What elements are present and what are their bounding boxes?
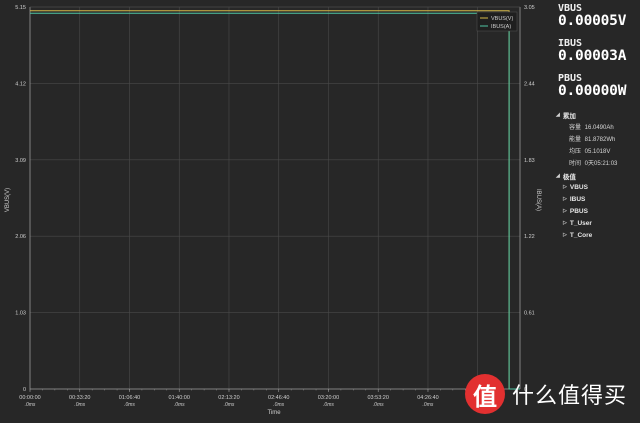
y-tick-label: 2.06 [15, 234, 26, 240]
readout-panel: VBUS 0.00005V IBUS 0.00003A PBUS 0.00000… [556, 0, 640, 423]
y-tick-label: 3.09 [15, 158, 26, 164]
grid [30, 6, 520, 390]
accum-value: 81.8782Wh [584, 137, 616, 143]
y-axis-label: VBUS(V) [5, 188, 11, 212]
axes: 0 01.03 0.612.06 1.223.09 1.834.12 2.445.15 3.… [15, 5, 534, 408]
tree-node-t-user[interactable]: ▷ T_User [563, 218, 592, 228]
tree-node-ibus[interactable]: ▷ IBUS [563, 194, 585, 204]
tree-node-vbus[interactable]: ▷ VBUS [563, 182, 588, 192]
vbus-series-line [30, 10, 520, 390]
expanded-triangle-icon: ◢ [556, 173, 560, 179]
brand-logo-icon: 值 [465, 374, 505, 414]
tree-node-accum-label: 累加 [562, 113, 576, 120]
ibus-series-line [30, 12, 520, 390]
x-axis-label: Time [267, 410, 281, 416]
x-tick-label: 02:46:40 [268, 395, 289, 401]
y2-axis-label: IBUS(A) [535, 189, 541, 211]
tree-node-accum[interactable]: ◢ 累加 [556, 110, 576, 120]
tree-node-label: PBUS [569, 207, 588, 215]
x-tick-sublabel: .0ms [124, 402, 135, 408]
accum-row-time: 时间 0天05:21:03 [569, 158, 617, 167]
collapsed-triangle-icon: ▷ [563, 196, 567, 202]
y-tick-label: 5.15 [15, 5, 26, 11]
y-tick-label: 0 [23, 387, 26, 393]
y2-tick-label: 3.05 [524, 5, 535, 11]
collapsed-triangle-icon: ▷ [563, 232, 567, 238]
tree-node-t-core[interactable]: ▷ T_Core [563, 230, 592, 240]
accum-row-capacity: 容量 16.0490Ah [569, 122, 614, 131]
x-tick-sublabel: .0ms [224, 402, 235, 408]
accum-key: 容量 [569, 125, 582, 131]
accum-value: 0天05:21:03 [584, 161, 618, 167]
legend-label: IBUS(A) [491, 24, 511, 30]
x-tick-sublabel: .0ms [74, 402, 85, 408]
x-tick-label: 03:53:20 [368, 395, 389, 401]
y2-tick-label: 1.83 [524, 158, 535, 164]
x-tick-label: 03:20:00 [318, 395, 339, 401]
chart[interactable]: 0 01.03 0.612.06 1.223.09 1.834.12 2.445.15 3.… [0, 0, 555, 423]
accum-value: 16.0490Ah [584, 125, 614, 131]
vbus-value: 0.00005V [558, 13, 627, 29]
watermark-text: 什么值得买 [512, 384, 628, 409]
x-tick-sublabel: .0ms [423, 402, 434, 408]
x-tick-label: 00:00:00 [19, 395, 40, 401]
y-tick-label: 1.03 [15, 311, 26, 317]
series [30, 10, 520, 390]
tree-node-label: VBUS [569, 183, 588, 191]
accum-row-energy: 能量 81.8782Wh [569, 134, 615, 143]
accum-key: 均压 [569, 149, 582, 155]
pbus-value: 0.00000W [558, 83, 627, 99]
x-tick-sublabel: .0ms [373, 402, 384, 408]
legend: VBUS(V) IBUS(A) [476, 11, 518, 32]
x-tick-label: 00:33:20 [69, 395, 90, 401]
collapsed-triangle-icon: ▷ [563, 184, 567, 190]
accum-value: 05.1018V [584, 149, 611, 155]
x-tick-sublabel: .0ms [273, 402, 284, 408]
collapsed-triangle-icon: ▷ [563, 208, 567, 214]
accum-row-avg-voltage: 均压 05.1018V [569, 146, 610, 155]
tree-node-label: T_Core [569, 231, 593, 239]
tree-node-label: T_User [569, 219, 592, 227]
accum-key: 时间 [569, 161, 582, 167]
tree-node-label: IBUS [569, 195, 586, 203]
accum-key: 能量 [569, 137, 582, 143]
y-tick-label: 4.12 [15, 81, 26, 87]
x-tick-sublabel: .0ms [174, 402, 185, 408]
x-tick-sublabel: .0ms [25, 402, 36, 408]
x-tick-sublabel: .0ms [323, 402, 334, 408]
x-tick-label: 02:13:20 [218, 395, 239, 401]
watermark: 值 什么值得买 [465, 373, 627, 415]
y2-tick-label: 2.44 [524, 81, 535, 87]
y2-tick-label: 0.61 [524, 311, 535, 317]
tree-node-pbus[interactable]: ▷ PBUS [563, 206, 588, 216]
ibus-value: 0.00003A [558, 48, 627, 64]
tree-node-extremes[interactable]: ◢ 极值 [556, 171, 576, 181]
tree-node-extremes-label: 极值 [562, 174, 576, 181]
x-tick-label: 04:26:40 [417, 395, 438, 401]
legend-label: VBUS(V) [491, 16, 513, 22]
y2-tick-label: 1.22 [524, 234, 535, 240]
x-tick-label: 01:40:00 [169, 395, 190, 401]
collapsed-triangle-icon: ▷ [563, 220, 567, 226]
expanded-triangle-icon: ◢ [556, 112, 560, 118]
x-tick-label: 01:06:40 [119, 395, 140, 401]
